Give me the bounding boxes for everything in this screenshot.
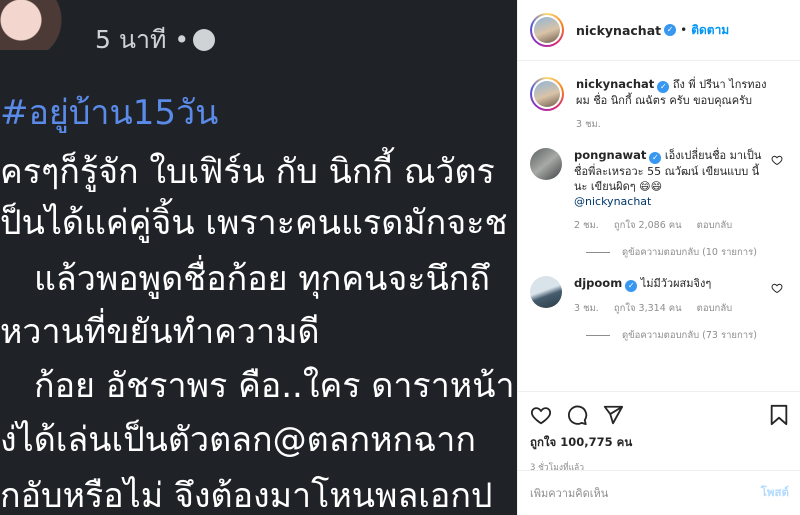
post-sidebar: nickynachat ✓ • ติดตาม nickynachat ✓ ถึง … xyxy=(517,0,800,515)
view-replies-label: ดูข้อความตอบกลับ (10 รายการ) xyxy=(622,247,757,258)
view-replies-button[interactable]: ดูข้อความตอบกลับ (10 รายการ) xyxy=(586,245,789,260)
comment-bubble-icon[interactable] xyxy=(566,404,588,426)
caption-time[interactable]: 3 ชม. xyxy=(576,119,601,130)
author-avatar[interactable] xyxy=(530,13,564,47)
verified-badge-icon: ✓ xyxy=(649,152,662,164)
likes-count[interactable]: ถูกใจ 100,775 คน xyxy=(530,434,789,452)
author-username[interactable]: nickynachat xyxy=(576,23,661,38)
separator-dot: • xyxy=(680,23,688,37)
post-viewer: 5 นาที • #อยู่บ้าน15วัน ครๆก็รู้จัก ใบเฟ… xyxy=(0,0,800,515)
post-actions: ถูกใจ 100,775 คน 3 ชั่วโมงที่แล้ว xyxy=(518,391,800,474)
image-text-line: กอับหรือไม่ จึงต้องมาโหนพลเอกป xyxy=(0,476,493,515)
post-comment-button[interactable]: โพสต์ xyxy=(761,484,789,502)
image-text-line: แล้วพอพูดชื่อก้อย ทุกคนจะนึกถึ xyxy=(34,259,490,299)
comment-mention[interactable]: @nickynachat xyxy=(574,195,651,208)
image-text-line: ป็นได้แค่คู่จิ้น เพราะคนแรดมักจะช xyxy=(0,203,508,243)
commenter-username[interactable]: pongnawat xyxy=(574,148,646,162)
post-header: nickynachat ✓ • ติดตาม xyxy=(518,0,800,61)
like-heart-icon[interactable] xyxy=(530,404,552,426)
verified-badge-icon: ✓ xyxy=(657,81,670,93)
comments-list[interactable]: nickynachat ✓ ถึง พี่ ปรีนา ไกรทอง ผม ชื่… xyxy=(518,61,800,391)
commenter-avatar[interactable] xyxy=(530,276,562,308)
comment-likes[interactable]: ถูกใจ 2,086 คน xyxy=(614,220,682,231)
comment-time[interactable]: 2 ชม. xyxy=(574,220,599,231)
post-image[interactable]: 5 นาที • #อยู่บ้าน15วัน ครๆก็รู้จัก ใบเฟ… xyxy=(0,0,517,515)
caption: nickynachat ✓ ถึง พี่ ปรีนา ไกรทอง ผม ชื่… xyxy=(530,77,789,132)
save-bookmark-icon[interactable] xyxy=(769,404,789,426)
image-avatar xyxy=(0,0,70,50)
comment-likes[interactable]: ถูกใจ 3,314 คน xyxy=(614,303,682,314)
image-hashtag: #อยู่บ้าน15วัน xyxy=(0,93,219,133)
follow-button[interactable]: ติดตาม xyxy=(691,21,729,40)
replies-divider xyxy=(586,252,610,253)
share-send-icon[interactable] xyxy=(602,404,624,426)
reply-button[interactable]: ตอบกลับ xyxy=(697,303,733,314)
comment-input[interactable] xyxy=(530,486,761,500)
replies-divider xyxy=(586,335,610,336)
add-comment-bar: โพสต์ xyxy=(518,470,800,515)
globe-icon xyxy=(193,29,216,51)
image-timestamp: 5 นาที • xyxy=(95,20,216,60)
commenter-username[interactable]: djpoom xyxy=(574,276,622,290)
verified-badge-icon: ✓ xyxy=(625,280,638,292)
reply-button[interactable]: ตอบกลับ xyxy=(697,220,733,231)
view-replies-button[interactable]: ดูข้อความตอบกลับ (73 รายการ) xyxy=(586,328,789,343)
view-replies-label: ดูข้อความตอบกลับ (73 รายการ) xyxy=(622,330,757,341)
image-text-line: ครๆก็รู้จัก ใบเฟิร์น กับ นิกกี้ ณวัตร xyxy=(0,152,495,192)
caption-avatar[interactable] xyxy=(530,77,564,111)
image-text-line: ก้อย อัชราพร คือ..ใคร ดาราหน้า xyxy=(34,366,515,406)
comment-text: ไม่มีวัวผสมจิงๆ xyxy=(640,277,712,290)
image-text-line: ง่ได้เล่นเป็นตัวตลก@ตลกหกฉาก xyxy=(0,420,476,460)
verified-badge-icon: ✓ xyxy=(664,24,677,36)
commenter-avatar[interactable] xyxy=(530,148,562,180)
comment-item: pongnawat ✓ เอ็งเปลี่ยนชื่อ มาเป็น ชื่อพี… xyxy=(530,148,789,233)
like-comment-heart-icon[interactable] xyxy=(771,282,783,294)
like-comment-heart-icon[interactable] xyxy=(771,154,783,166)
caption-username[interactable]: nickynachat xyxy=(576,77,654,91)
comment-time[interactable]: 3 ชม. xyxy=(574,303,599,314)
comment-item: djpoom ✓ ไม่มีวัวผสมจิงๆ 3 ชม. ถูกใจ 3,31… xyxy=(530,276,789,316)
image-text-line: หวานที่ขยันทำความดี xyxy=(0,312,320,352)
